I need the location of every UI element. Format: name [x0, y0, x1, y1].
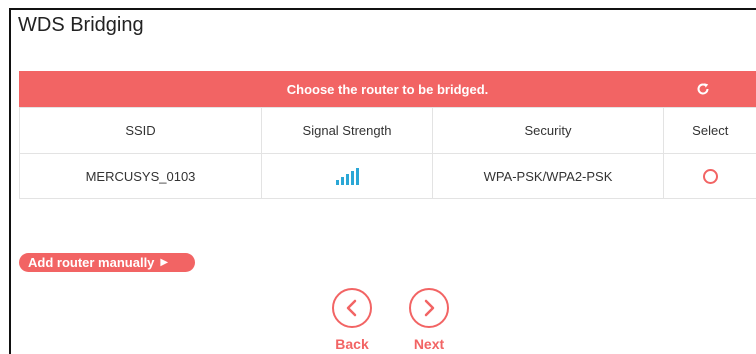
- triangle-right-icon: ▶: [160, 257, 169, 268]
- table-caption: Choose the router to be bridged.: [286, 81, 489, 97]
- signal-strength-icon: [335, 167, 359, 185]
- add-router-label: Add router manually: [28, 255, 155, 270]
- select-radio[interactable]: [702, 169, 718, 185]
- table-header-row: SSID Signal Strength Security Select: [19, 107, 756, 154]
- column-header-signal: Signal Strength: [261, 107, 433, 154]
- refresh-icon[interactable]: [693, 79, 713, 99]
- router-table: Choose the router to be bridged. SSID Si…: [19, 71, 756, 199]
- back-button[interactable]: Back: [330, 288, 374, 352]
- signal-bar: [335, 180, 339, 185]
- page-title: WDS Bridging: [18, 14, 144, 36]
- signal-bar: [350, 171, 354, 185]
- back-label: Back: [335, 336, 369, 352]
- select-cell: [663, 153, 756, 199]
- chevron-left-icon: [332, 288, 372, 328]
- add-router-manually-button[interactable]: Add router manually ▶: [19, 253, 195, 272]
- column-header-security: Security: [432, 107, 664, 154]
- table-caption-bar: Choose the router to be bridged.: [19, 71, 756, 107]
- router-list: SSID Signal Strength Security Select MER…: [19, 107, 756, 199]
- table-row[interactable]: MERCUSYS_0103 WPA-PSK/WPA2-PSK: [19, 153, 756, 199]
- signal-bar: [340, 177, 344, 185]
- signal-cell: [261, 153, 433, 199]
- column-header-ssid: SSID: [19, 107, 262, 154]
- security-cell: WPA-PSK/WPA2-PSK: [432, 153, 664, 199]
- ssid-cell: MERCUSYS_0103: [19, 153, 262, 199]
- signal-bar: [355, 168, 359, 185]
- next-label: Next: [413, 336, 445, 352]
- column-header-select: Select: [663, 107, 756, 154]
- signal-bar: [345, 174, 349, 185]
- next-button[interactable]: Next: [407, 288, 451, 352]
- chevron-right-icon: [409, 288, 449, 328]
